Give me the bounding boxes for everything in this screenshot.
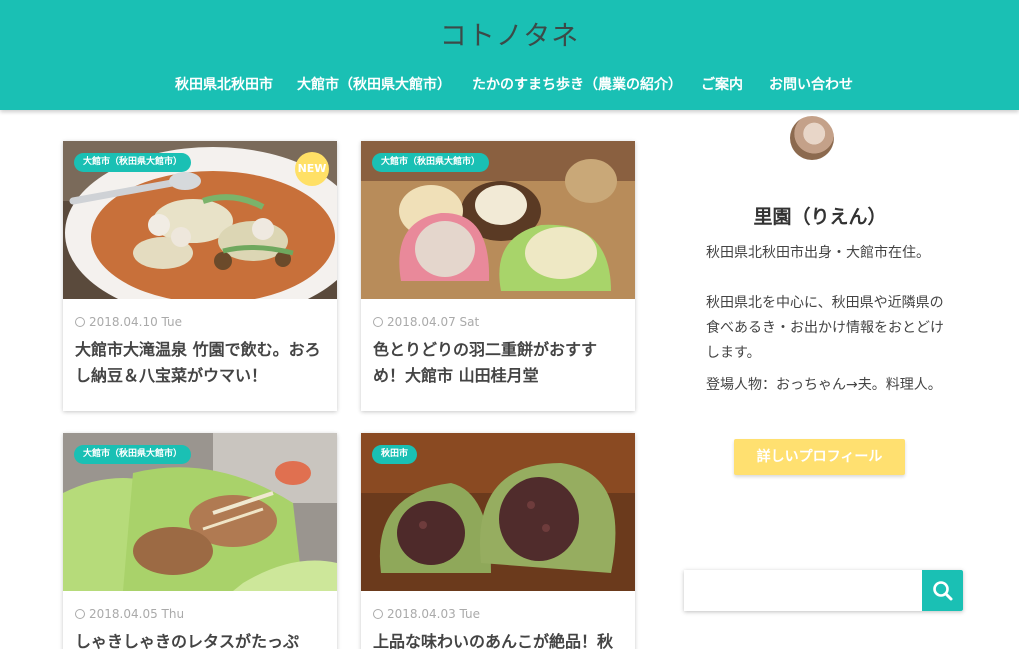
post-thumbnail[interactable]: 秋田市 [361, 433, 635, 591]
category-badge[interactable]: 大館市（秋田県大館市） [74, 445, 192, 464]
category-badge[interactable]: 大館市（秋田県大館市） [74, 153, 192, 172]
profile-detail-button[interactable]: 詳しいプロフィール [734, 439, 905, 475]
post-title[interactable]: 上品な味わいのあんこが絶品！秋 [373, 629, 625, 649]
nav-item-contact[interactable]: お問い合わせ [769, 75, 853, 95]
post-date-text: 2018.04.05 Thu [89, 607, 185, 621]
site-header: コトノタネ 秋田県北秋田市 大館市（秋田県大館市） たかのすまち歩き（農業の紹介… [0, 0, 1019, 110]
profile-bio: 登場人物：おっちゃん→夫。料理人。 [706, 377, 942, 393]
category-badge[interactable]: 秋田市 [372, 445, 418, 464]
search-form [684, 570, 963, 611]
post-date: 2018.04.03 Tue [373, 607, 480, 621]
new-badge: NEW [295, 152, 329, 186]
nav-item-odate[interactable]: 大館市（秋田県大館市） [297, 75, 451, 95]
post-date: 2018.04.07 Sat [373, 315, 479, 329]
post-card[interactable]: 秋田市 2018.04.03 Tue 上品な味わいのあんこが絶品！秋 [361, 433, 635, 649]
post-date-text: 2018.04.10 Tue [89, 315, 183, 329]
site-title[interactable]: コトノタネ [0, 14, 1019, 53]
avatar[interactable] [790, 116, 834, 160]
post-date: 2018.04.05 Thu [75, 607, 184, 621]
post-card[interactable]: 大館市（秋田県大館市） 2018.04.07 Sat 色とりどりの羽二重餅がおす… [361, 141, 635, 411]
profile-bio: 秋田県北を中心に、秋田県や近隣県の食べあるき・お出かけ情報をおとどけします。 [706, 295, 944, 361]
post-title[interactable]: 色とりどりの羽二重餅がおすすめ！大館市 山田桂月堂 [373, 337, 625, 389]
post-date-text: 2018.04.07 Sat [387, 315, 480, 329]
post-card[interactable]: 大館市（秋田県大館市） NEW 2018.04.10 Tue 大館市大滝温泉 竹… [63, 141, 337, 411]
post-date-text: 2018.04.03 Tue [387, 607, 481, 621]
post-date: 2018.04.10 Tue [75, 315, 182, 329]
search-button[interactable] [922, 570, 963, 611]
clock-icon [75, 317, 85, 327]
nav-item-kitaakita[interactable]: 秋田県北秋田市 [175, 75, 273, 95]
post-title[interactable]: 大館市大滝温泉 竹園で飲む。おろし納豆＆八宝菜がウマい！ [75, 337, 327, 389]
global-nav: 秋田県北秋田市 大館市（秋田県大館市） たかのすまち歩き（農業の紹介） ご案内 … [0, 75, 1019, 95]
post-thumbnail[interactable]: 大館市（秋田県大館市） [63, 433, 337, 591]
nav-item-takanosu-walk[interactable]: たかのすまち歩き（農業の紹介） [472, 75, 682, 95]
category-badge[interactable]: 大館市（秋田県大館市） [372, 153, 490, 172]
post-thumbnail[interactable]: 大館市（秋田県大館市） NEW [63, 141, 337, 299]
nav-item-guide[interactable]: ご案内 [701, 75, 743, 95]
clock-icon [373, 609, 383, 619]
post-thumbnail[interactable]: 大館市（秋田県大館市） [361, 141, 635, 299]
search-input[interactable] [684, 570, 922, 611]
profile-name: 里園（りえん） [753, 206, 887, 228]
clock-icon [75, 609, 85, 619]
post-card[interactable]: 大館市（秋田県大館市） 2018.04.05 Thu しゃきしゃきのレタスがたっ… [63, 433, 337, 649]
profile-bio: 秋田県北秋田市出身・大館市在住。 [706, 245, 930, 261]
post-title[interactable]: しゃきしゃきのレタスがたっぷ [75, 629, 327, 649]
clock-icon [373, 317, 383, 327]
search-icon [933, 581, 953, 601]
